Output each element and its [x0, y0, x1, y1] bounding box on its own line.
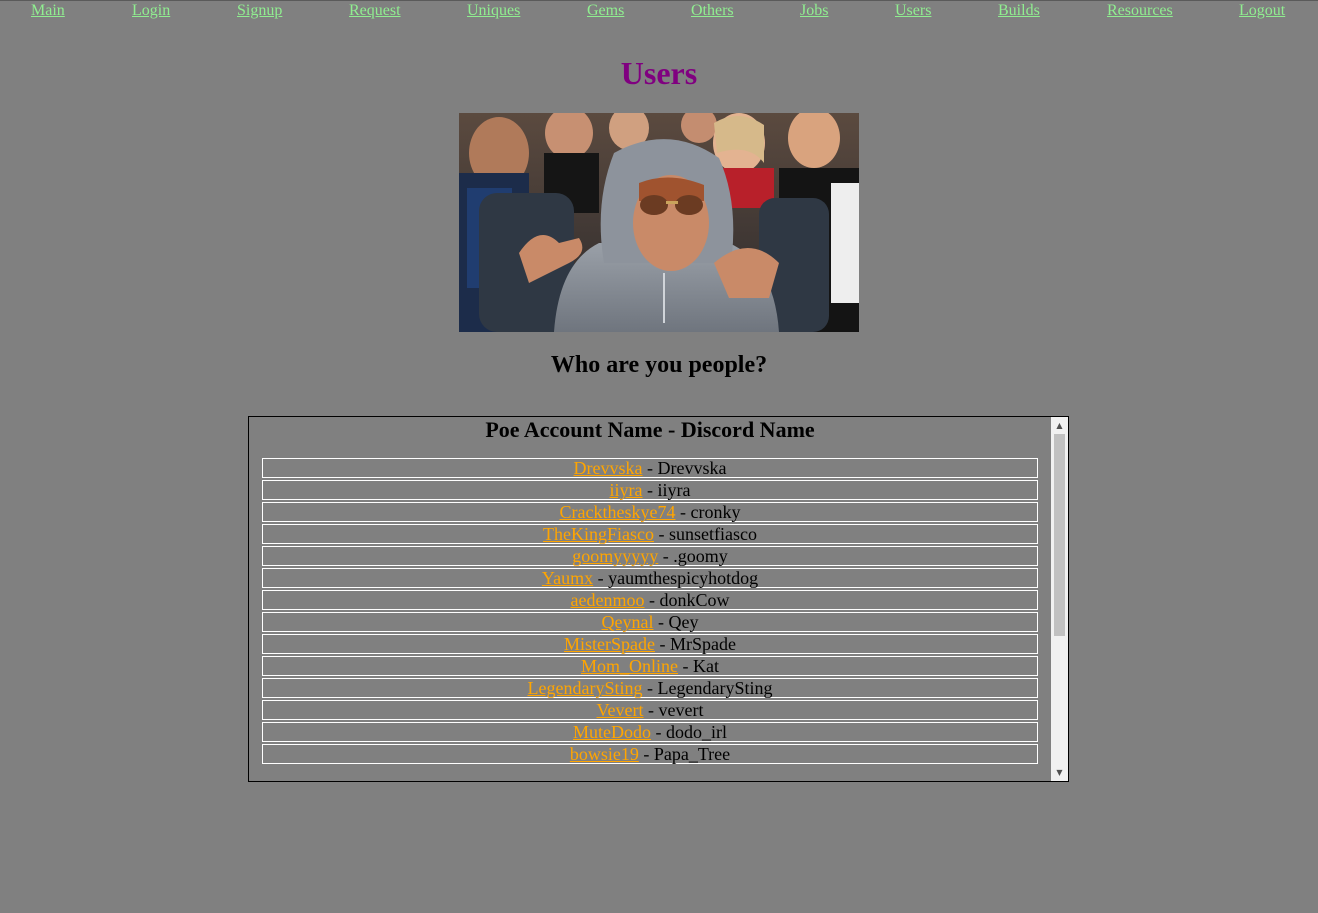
separator: -	[644, 590, 660, 610]
nav-link-login[interactable]: Login	[132, 2, 170, 20]
triangle-down-icon[interactable]: ▼	[1051, 764, 1068, 781]
separator: -	[642, 458, 658, 478]
separator: -	[638, 744, 654, 764]
nav-link-resources[interactable]: Resources	[1107, 2, 1173, 20]
scrollbar[interactable]: ▲ ▼	[1051, 417, 1068, 781]
user-row: MisterSpade - MrSpade	[262, 634, 1038, 654]
separator: -	[653, 612, 669, 632]
user-row: Mom_Online - Kat	[262, 656, 1038, 676]
users-scroll-box[interactable]: Poe Account Name - Discord Name Drevvska…	[248, 416, 1069, 782]
separator: -	[593, 568, 609, 588]
account-link[interactable]: Yaumx	[542, 568, 593, 588]
user-row: Cracktheskye74 - cronky	[262, 502, 1038, 522]
user-row: Qeynal - Qey	[262, 612, 1038, 632]
user-row: aedenmoo - donkCow	[262, 590, 1038, 610]
account-link[interactable]: iiyra	[610, 480, 643, 500]
account-link[interactable]: Vevert	[597, 700, 644, 720]
user-row: goomyyyyy - .goomy	[262, 546, 1038, 566]
discord-name: cronky	[690, 502, 741, 522]
discord-name: Papa_Tree	[653, 744, 731, 764]
account-link[interactable]: aedenmoo	[571, 590, 645, 610]
discord-name: .goomy	[673, 546, 728, 566]
nav-link-main[interactable]: Main	[31, 2, 65, 20]
discord-name: sunsetfiasco	[669, 524, 757, 544]
discord-name: LegendarySting	[657, 678, 773, 698]
account-link[interactable]: Qeynal	[602, 612, 654, 632]
triangle-up-icon[interactable]: ▲	[1051, 417, 1068, 434]
discord-name: Drevvska	[657, 458, 727, 478]
user-row: Yaumx - yaumthespicyhotdog	[262, 568, 1038, 588]
nav-link-gems[interactable]: Gems	[587, 2, 624, 20]
discord-name: MrSpade	[669, 634, 736, 654]
account-link[interactable]: Mom_Online	[581, 656, 678, 676]
account-link[interactable]: goomyyyyy	[572, 546, 658, 566]
scrollbar-thumb[interactable]	[1054, 434, 1065, 636]
nav-link-users[interactable]: Users	[895, 2, 931, 20]
account-link[interactable]: LegendarySting	[528, 678, 643, 698]
separator: -	[654, 634, 670, 654]
nav-link-jobs[interactable]: Jobs	[800, 2, 828, 20]
user-row: bowsie19 - Papa_Tree	[262, 744, 1038, 764]
users-list-container: Poe Account Name - Discord Name Drevvska…	[249, 417, 1051, 781]
nav-link-uniques[interactable]: Uniques	[467, 2, 520, 20]
separator: -	[643, 700, 659, 720]
account-link[interactable]: TheKingFiasco	[543, 524, 654, 544]
nav-link-request[interactable]: Request	[349, 2, 401, 20]
nav-link-others[interactable]: Others	[691, 2, 734, 20]
account-link[interactable]: Cracktheskye74	[560, 502, 676, 522]
discord-name: Kat	[693, 656, 719, 676]
user-row: Vevert - vevert	[262, 700, 1038, 720]
page-subtitle: Who are you people?	[550, 352, 768, 378]
page: Main Login Signup Request Uniques Gems O…	[0, 0, 1318, 913]
separator: -	[678, 656, 693, 676]
discord-name: iiyra	[657, 480, 691, 500]
users-list: Drevvska - Drevvska iiyra - iiyra Crackthe…	[262, 458, 1038, 764]
hero-gif-image	[459, 113, 859, 332]
user-row: MuteDodo - dodo_irl	[262, 722, 1038, 742]
user-row: Drevvska - Drevvska	[262, 458, 1038, 478]
nav-link-builds[interactable]: Builds	[998, 2, 1040, 20]
user-row: iiyra - iiyra	[262, 480, 1038, 500]
separator: -	[651, 722, 666, 742]
separator: -	[642, 480, 658, 500]
separator: -	[675, 502, 691, 522]
top-nav: Main Login Signup Request Uniques Gems O…	[0, 1, 1318, 25]
discord-name: dodo_irl	[666, 722, 727, 742]
nav-link-signup[interactable]: Signup	[237, 2, 282, 20]
account-link[interactable]: MisterSpade	[564, 634, 655, 654]
discord-name: yaumthespicyhotdog	[608, 568, 759, 588]
account-link[interactable]: MuteDodo	[573, 722, 651, 742]
page-title: Users	[620, 55, 698, 91]
user-row: LegendarySting - LegendarySting	[262, 678, 1038, 698]
nav-link-logout[interactable]: Logout	[1239, 2, 1285, 20]
discord-name: vevert	[658, 700, 704, 720]
user-row: TheKingFiasco - sunsetfiasco	[262, 524, 1038, 544]
separator: -	[642, 678, 658, 698]
discord-name: donkCow	[659, 590, 730, 610]
separator: -	[658, 546, 674, 566]
account-link[interactable]: Drevvska	[574, 458, 643, 478]
discord-name: Qey	[668, 612, 699, 632]
users-list-header: Poe Account Name - Discord Name	[485, 417, 815, 442]
account-link[interactable]: bowsie19	[570, 744, 639, 764]
separator: -	[654, 524, 669, 544]
